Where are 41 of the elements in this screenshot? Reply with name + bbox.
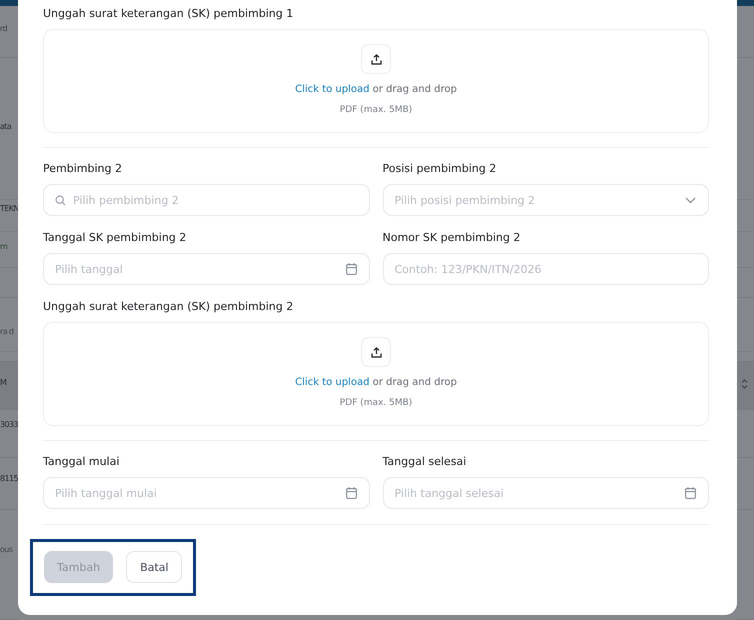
date-field[interactable]: Pilih tanggal xyxy=(43,253,370,285)
table-cell: 3033 xyxy=(0,420,18,430)
upload-instruction: Click to upload or drag and drop xyxy=(295,83,457,97)
field-label: Nomor SK pembimbing 2 xyxy=(382,231,522,245)
placeholder-text: ous xyxy=(0,545,14,555)
date-field[interactable]: Pilih tanggal selesai xyxy=(382,477,709,509)
upload-icon xyxy=(370,54,382,64)
field-label: Unggah surat keterangan (SK) pembimbing 2 xyxy=(43,300,294,314)
upload-dropzone[interactable]: Click to upload or drag and drop PDF (max. 5MB) xyxy=(43,322,709,426)
placeholder-text: rd xyxy=(0,24,8,34)
table-cell: 8115 xyxy=(0,474,18,484)
upload-dropzone[interactable]: Click to upload or drag and drop PDF (max. 5MB) xyxy=(43,29,709,133)
calendar-icon[interactable] xyxy=(346,487,356,499)
cancel-button[interactable]: Batal xyxy=(126,551,182,583)
placeholder-text: ra d xyxy=(0,327,14,337)
table-cell-text: m xyxy=(0,242,8,252)
table-cell-text: M xyxy=(0,378,8,388)
table-cell-text: ata xyxy=(0,122,12,132)
select-field[interactable]: Pilih posisi pembimbing 2 xyxy=(382,184,709,216)
sort-icon[interactable] xyxy=(741,378,748,390)
search-field[interactable]: Pilih pembimbing 2 xyxy=(43,184,370,216)
field-label: Posisi pembimbing 2 xyxy=(382,162,498,176)
file-type-hint: PDF (max. 5MB) xyxy=(340,398,412,408)
field-label: Tanggal SK pembimbing 2 xyxy=(43,231,188,245)
click-to-upload-link[interactable]: Click to upload xyxy=(295,84,370,95)
calendar-icon[interactable] xyxy=(346,263,356,275)
upload-button[interactable] xyxy=(361,337,391,367)
field-label: Pembimbing 2 xyxy=(43,162,123,176)
upload-icon xyxy=(370,346,382,358)
input-field[interactable]: Contoh: 123/PKN/ITN/2026 xyxy=(382,253,709,285)
date-field[interactable]: Pilih tanggal mulai xyxy=(43,477,370,509)
click-to-upload-link[interactable]: Click to upload xyxy=(295,377,370,388)
upload-button[interactable] xyxy=(361,44,391,74)
field-label: Unggah surat keterangan (SK) pembimbing 1 xyxy=(43,7,294,21)
chevron-down-icon xyxy=(685,197,696,204)
calendar-icon[interactable] xyxy=(685,487,696,499)
field-label: Tanggal selesai xyxy=(382,455,468,469)
upload-instruction: Click to upload or drag and drop xyxy=(295,376,457,390)
field-label: Tanggal mulai xyxy=(43,455,120,469)
file-type-hint: PDF (max. 5MB) xyxy=(340,105,412,115)
search-icon xyxy=(55,194,66,206)
